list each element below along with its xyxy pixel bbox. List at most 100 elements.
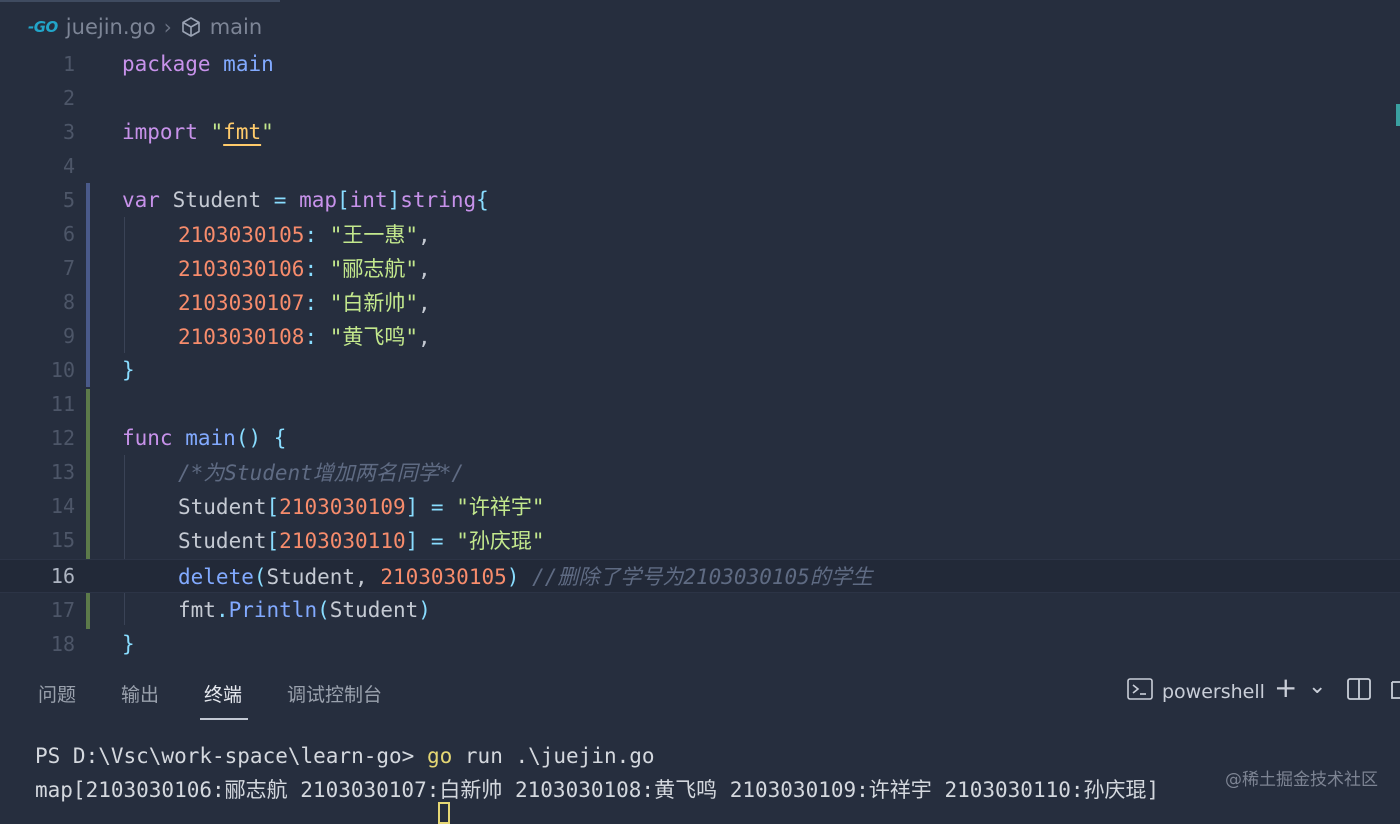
string: "郦志航" <box>329 257 419 281</box>
trash-icon[interactable] <box>1390 676 1400 707</box>
code-text: 2103030108: "黄飞鸣", <box>178 321 431 351</box>
code-line-14[interactable]: 14 Student[2103030109] = "许祥宇" <box>0 489 1400 523</box>
line-number: 4 <box>62 154 75 178</box>
comment: //删除了学号为2103030105的学生 <box>532 565 873 589</box>
code-text: Student[2103030109] = "许祥宇" <box>178 491 545 521</box>
argument: Student <box>329 598 419 622</box>
identifier: Student <box>178 495 267 519</box>
paren: ) <box>418 598 431 622</box>
terminal-args: run .\juejin.go <box>464 744 655 768</box>
code-text: 2103030106: "郦志航", <box>178 253 431 283</box>
terminal-icon <box>1126 676 1154 707</box>
type: int <box>349 188 388 212</box>
terminal-command-line[interactable]: PS D:\Vsc\work-space\learn-go> go run .\… <box>35 744 655 768</box>
bracket: ] <box>405 495 419 519</box>
code-line-7[interactable]: 7 2103030106: "郦志航", <box>0 251 1400 285</box>
line-number: 15 <box>50 528 75 552</box>
bracket: { <box>476 188 489 212</box>
string: "许祥宇" <box>456 495 545 519</box>
terminal-cursor <box>438 800 450 824</box>
breadcrumb-file[interactable]: juejin.go <box>66 15 156 39</box>
split-terminal-icon[interactable] <box>1346 676 1372 707</box>
dot: . <box>215 598 229 622</box>
tab-debug-console[interactable]: 调试控制台 <box>287 680 382 707</box>
colon: : <box>304 325 318 349</box>
colon: : <box>304 291 318 315</box>
code-line-16[interactable]: 16 delete(Student, 2103030105) //删除了学号为2… <box>0 559 1400 593</box>
code-line-15[interactable]: 15 Student[2103030110] = "孙庆琨" <box>0 523 1400 557</box>
code-editor[interactable]: 1 package main 2 3 import "fmt" 4 5 var … <box>0 47 1400 662</box>
package-ref: fmt <box>178 598 216 622</box>
code-line-11[interactable]: 11 <box>0 387 1400 421</box>
number: 2103030105 <box>380 565 507 589</box>
plus-icon[interactable]: + <box>1274 674 1297 702</box>
terminal-command: go <box>426 744 453 768</box>
import-path: fmt <box>223 120 262 144</box>
line-number: 3 <box>62 120 75 144</box>
identifier: Student <box>172 188 274 212</box>
quote: " <box>261 120 274 144</box>
code-line-8[interactable]: 8 2103030107: "白新帅", <box>0 285 1400 319</box>
comma: , <box>418 223 431 247</box>
function-call: delete <box>178 565 254 589</box>
tab-terminal[interactable]: 终端 <box>204 680 242 707</box>
line-number: 16 <box>50 564 75 588</box>
terminal-selector[interactable]: powershell <box>1126 676 1265 707</box>
tab-problems[interactable]: 问题 <box>38 680 76 707</box>
code-line-6[interactable]: 6 2103030105: "王一惠", <box>0 217 1400 251</box>
line-number: 9 <box>62 324 75 348</box>
code-line-1[interactable]: 1 package main <box>0 47 1400 81</box>
parens: () <box>235 426 262 450</box>
number: 2103030110 <box>279 529 406 553</box>
line-number: 12 <box>50 426 75 450</box>
keyword: var <box>122 188 160 212</box>
paren: ) <box>506 565 520 589</box>
bracket: [ <box>266 529 280 553</box>
keyword: func <box>122 426 173 450</box>
bracket: [ <box>337 188 350 212</box>
code-text: 2103030107: "白新帅", <box>178 287 431 317</box>
code-line-18[interactable]: 18 } <box>0 627 1400 661</box>
number: 2103030107 <box>178 291 305 315</box>
identifier: Student <box>178 529 267 553</box>
panel-tabs: 问题 输出 终端 调试控制台 powershell + ⌄ <box>0 662 1400 722</box>
code-line-5[interactable]: 5 var Student = map[int]string{ <box>0 183 1400 217</box>
keyword: import <box>122 120 198 144</box>
line-number: 7 <box>62 256 75 280</box>
code-text: delete(Student, 2103030105) //删除了学号为2103… <box>178 561 873 591</box>
bracket: ] <box>387 188 401 212</box>
active-tab-underline <box>200 718 248 720</box>
quote: " <box>210 120 224 144</box>
comma: , <box>418 325 431 349</box>
code-text: Student[2103030110] = "孙庆琨" <box>178 525 545 555</box>
line-number: 8 <box>62 290 75 314</box>
comment: /*为Student增加两名同学*/ <box>178 461 465 485</box>
code-line-17[interactable]: 17 fmt.Println(Student) <box>0 593 1400 627</box>
number: 2103030106 <box>178 257 305 281</box>
code-line-4[interactable]: 4 <box>0 149 1400 183</box>
code-text: var Student = map[int]string{ <box>122 188 489 212</box>
code-text: } <box>122 358 135 382</box>
paren: ( <box>317 598 330 622</box>
code-line-2[interactable]: 2 <box>0 81 1400 115</box>
code-text: import "fmt" <box>122 120 274 144</box>
line-number: 11 <box>50 392 75 416</box>
code-line-12[interactable]: 12 func main() { <box>0 421 1400 455</box>
terminal-output-line: map[2103030106:郦志航 2103030107:白新帅 210303… <box>35 774 1159 804</box>
operator: = <box>430 495 444 519</box>
code-line-3[interactable]: 3 import "fmt" <box>0 115 1400 149</box>
operator: = <box>430 529 444 553</box>
code-line-9[interactable]: 9 2103030108: "黄飞鸣", <box>0 319 1400 353</box>
code-line-10[interactable]: 10 } <box>0 353 1400 387</box>
keyword: package <box>122 52 211 76</box>
line-number: 1 <box>62 52 75 76</box>
code-line-13[interactable]: 13 /*为Student增加两名同学*/ <box>0 455 1400 489</box>
chevron-down-icon[interactable]: ⌄ <box>1308 676 1326 698</box>
chevron-right-icon: › <box>163 15 172 39</box>
breadcrumb-symbol[interactable]: main <box>210 15 262 39</box>
comma: , <box>418 291 431 315</box>
tab-output[interactable]: 输出 <box>121 680 159 707</box>
line-number: 5 <box>62 188 75 212</box>
line-number: 14 <box>50 494 75 518</box>
bracket: ] <box>405 529 419 553</box>
